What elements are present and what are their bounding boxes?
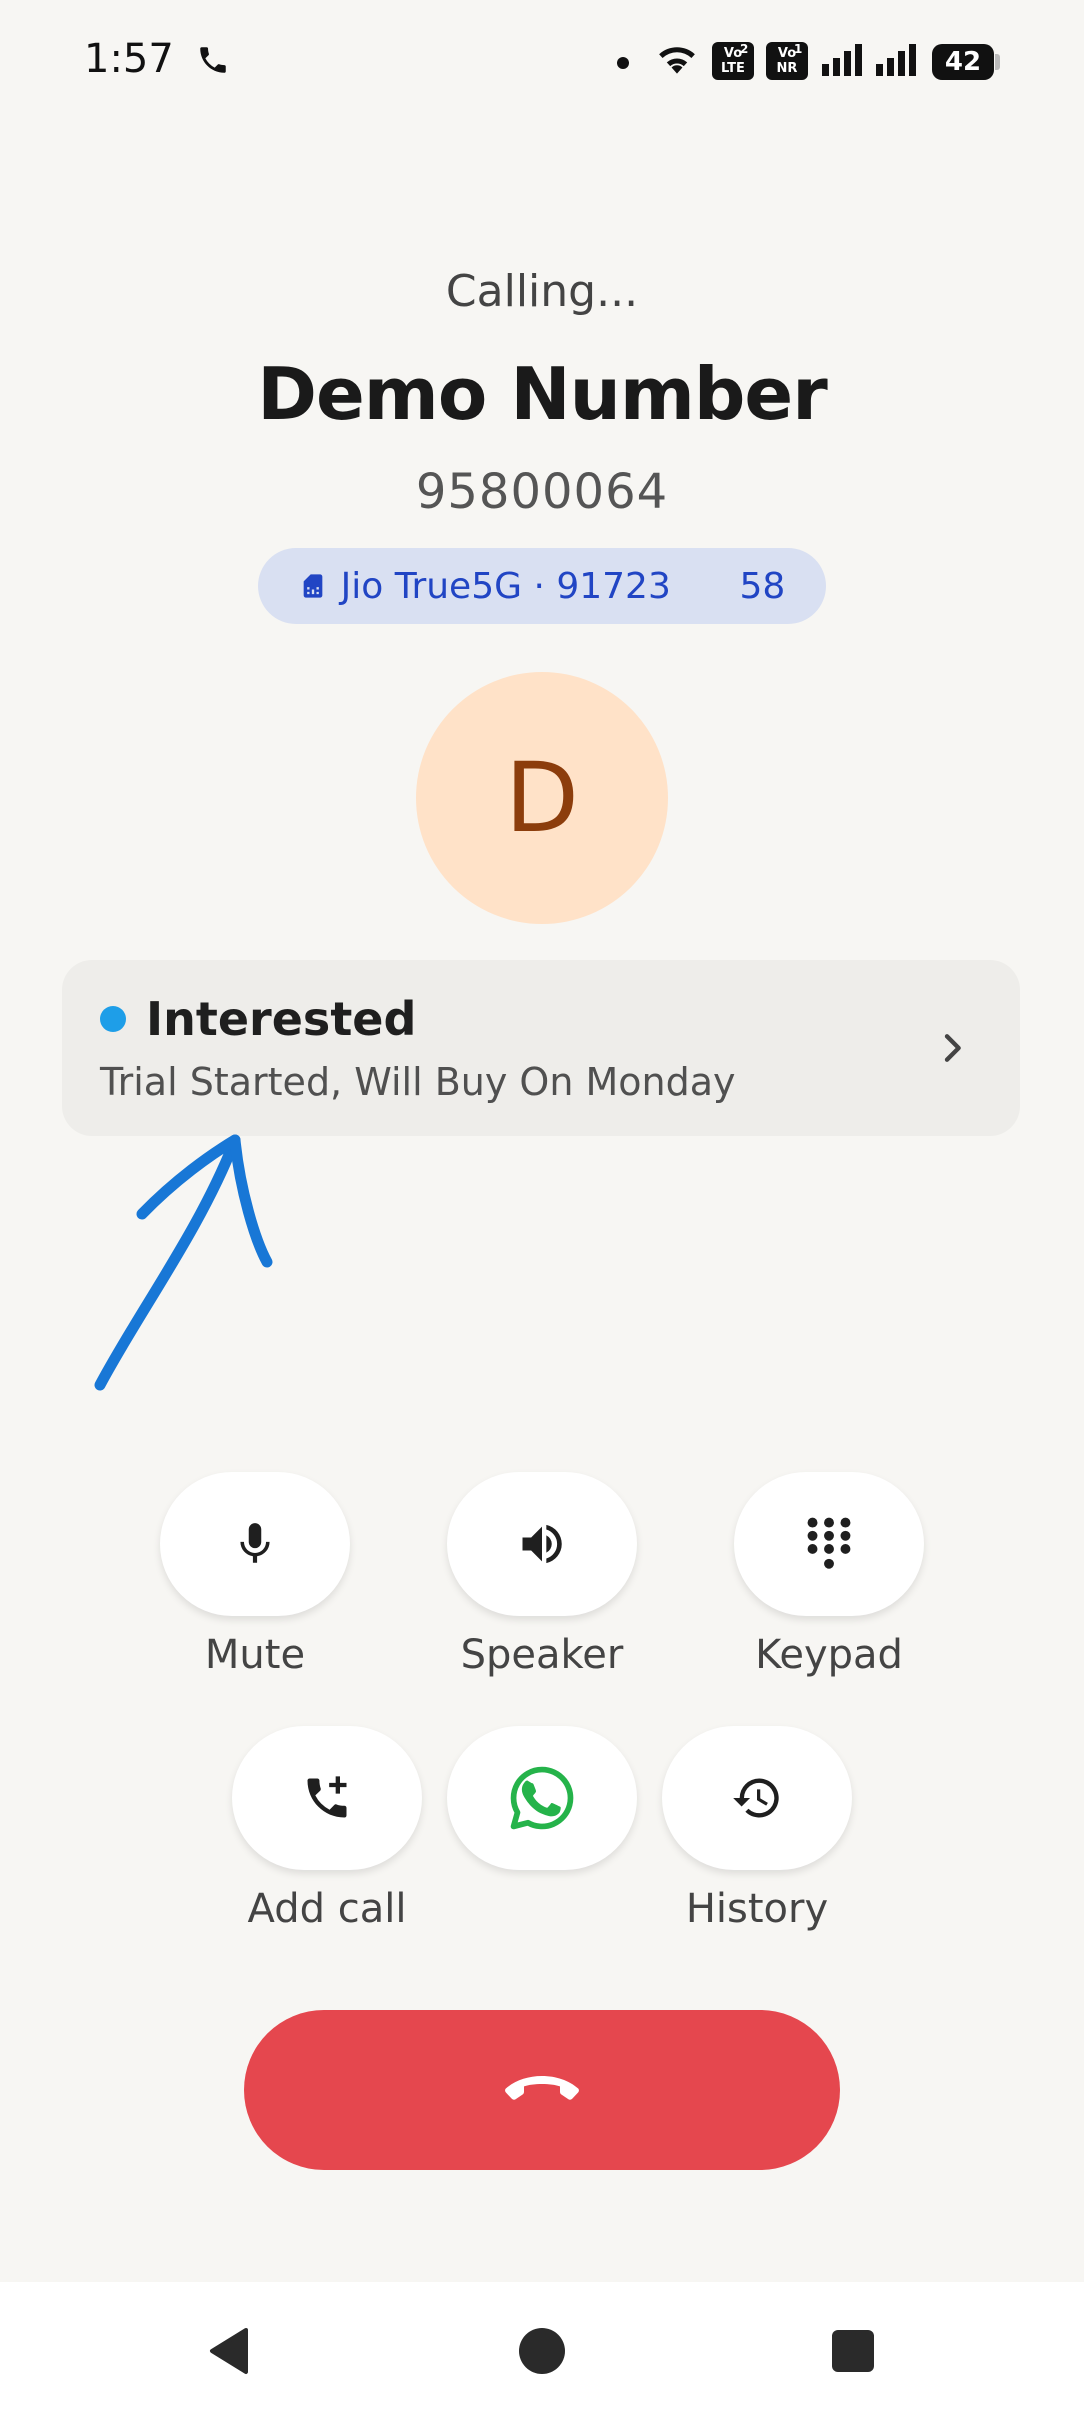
keypad-label: Keypad xyxy=(755,1632,903,1678)
status-dot xyxy=(100,1006,126,1032)
back-icon[interactable] xyxy=(206,2326,252,2376)
contact-name: Demo Number xyxy=(257,352,828,436)
history-button[interactable] xyxy=(662,1726,852,1870)
speaker-icon xyxy=(522,1524,562,1564)
chevron-right-icon xyxy=(944,1034,961,1062)
annotation-arrow-icon xyxy=(94,1134,273,1391)
vonr-badge-sim1: Vo NR 1 xyxy=(766,42,808,80)
signal-strength-icon-2 xyxy=(876,40,918,80)
sim-label: Jio True5G · 91723 58 xyxy=(340,565,786,607)
clock: 1:57 xyxy=(84,36,174,82)
volte-badge-sim2: Vo LTE 2 xyxy=(712,42,754,80)
battery-tip xyxy=(995,54,1000,70)
home-icon[interactable] xyxy=(519,2328,565,2374)
history-icon xyxy=(733,1778,779,1818)
keypad-icon xyxy=(807,1517,851,1569)
lead-status-note: Trial Started, Will Buy On Monday xyxy=(100,1060,736,1104)
end-call-button[interactable] xyxy=(244,2010,840,2170)
whatsapp-button[interactable] xyxy=(447,1726,637,1870)
keypad-button[interactable] xyxy=(734,1472,924,1616)
avatar: D xyxy=(416,672,668,924)
mute-label: Mute xyxy=(204,1632,306,1678)
phone-call-icon xyxy=(196,40,230,80)
hang-up-icon xyxy=(505,2076,579,2100)
mic-icon xyxy=(240,1523,270,1563)
history-label: History xyxy=(685,1886,829,1932)
speaker-button[interactable] xyxy=(447,1472,637,1616)
lead-status-title: Interested xyxy=(146,992,417,1046)
notification-dot-icon xyxy=(617,57,629,69)
sim-indicator: Jio True5G · 91723 58 xyxy=(258,548,826,624)
speaker-label: Speaker xyxy=(460,1632,624,1678)
whatsapp-icon xyxy=(510,1766,574,1830)
signal-strength-icon xyxy=(822,40,864,80)
wifi-icon xyxy=(656,40,698,80)
battery-icon: 42 xyxy=(932,44,994,80)
add-call-button[interactable] xyxy=(232,1726,422,1870)
mute-button[interactable] xyxy=(160,1472,350,1616)
recents-icon[interactable] xyxy=(832,2330,874,2372)
navigation-bar xyxy=(0,2282,1084,2412)
call-status: Calling... xyxy=(445,266,639,317)
status-bar: 1:57 Vo LTE 2 Vo NR 1 42 xyxy=(0,0,1084,130)
add-call-icon xyxy=(307,1776,347,1818)
add-call-label: Add call xyxy=(247,1886,407,1932)
sim-card-icon xyxy=(303,574,322,598)
phone-number: 95800064 xyxy=(415,464,669,520)
